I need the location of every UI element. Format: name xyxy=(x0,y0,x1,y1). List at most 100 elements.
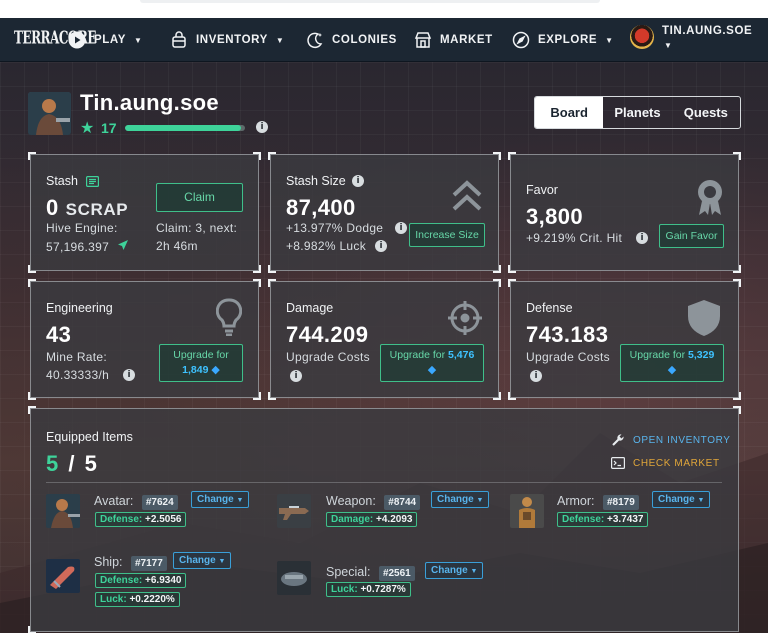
ship-stat-defense: Defense: +6.9340 xyxy=(95,573,187,588)
nav-username: TIN.AUNG.SOE xyxy=(662,25,753,37)
upgrade-cost: 5,476 xyxy=(448,348,475,361)
stash-amount: 0 xyxy=(46,195,59,220)
favor-value: 3,800 xyxy=(526,204,584,229)
info-icon[interactable]: i xyxy=(395,222,407,234)
equipped-count: 5 / 5 xyxy=(46,451,99,476)
award-badge-icon xyxy=(695,179,725,222)
special-item-image[interactable] xyxy=(277,561,311,595)
receipt-icon[interactable] xyxy=(86,174,100,192)
nav-market-label: MARKET xyxy=(440,34,493,46)
upgrade-cost: 1,849 xyxy=(182,363,209,376)
damage-label: Damage xyxy=(286,301,334,315)
backpack-icon xyxy=(170,31,188,49)
ship-item-id: #7177 xyxy=(130,556,167,571)
favor-label: Favor xyxy=(526,183,558,197)
crit-bonus: +9.219% Crit. Hit xyxy=(526,231,623,245)
luck-bonus: +8.982% Luck xyxy=(286,239,366,253)
nav-inventory[interactable]: INVENTORY ▼ xyxy=(170,18,284,62)
xp-bar-fill xyxy=(125,125,242,131)
damage-value: 744.209 xyxy=(286,322,369,347)
check-market-link[interactable]: CHECK MARKET xyxy=(611,456,720,470)
defense-upgrade-costs-label: Upgrade Costs xyxy=(526,350,610,364)
engineering-value: 43 xyxy=(46,322,72,347)
ship-slot-label: Ship: xyxy=(94,555,123,569)
dodge-bonus: +13.977% Dodge xyxy=(286,221,384,235)
send-icon[interactable] xyxy=(117,239,129,254)
upgrade-damage-button[interactable]: Upgrade for 5,476 ◆ xyxy=(380,344,484,382)
crosshair-icon xyxy=(447,300,483,341)
upgrade-defense-button[interactable]: Upgrade for 5,329 ◆ xyxy=(620,344,724,382)
armor-stat: Defense: +3.7437 xyxy=(557,512,649,527)
special-change-button[interactable]: Change ▼ xyxy=(425,562,484,579)
avatar-slot-label: Avatar: xyxy=(94,494,134,508)
stash-size-label: Stash Size xyxy=(286,174,346,188)
tab-board[interactable]: Board xyxy=(535,97,604,128)
defense-value: 743.183 xyxy=(526,322,609,347)
profile-avatar[interactable] xyxy=(28,92,71,135)
shield-icon xyxy=(687,299,721,342)
diamond-icon: ◆ xyxy=(427,363,437,376)
info-icon[interactable]: i xyxy=(123,369,135,381)
ship-stat-luck: Luck: +0.2220% xyxy=(95,592,180,607)
special-stat: Luck: +0.7287% xyxy=(326,582,411,597)
upgrade-label: Upgrade for xyxy=(173,348,229,361)
avatar-item-image[interactable] xyxy=(46,494,80,528)
hive-engine-label: Hive Engine: xyxy=(46,221,118,235)
ship-slot: Ship: #7177 xyxy=(94,553,167,571)
nav-market[interactable]: MARKET xyxy=(414,18,493,62)
nav-play-label: PLAY xyxy=(94,34,127,46)
ship-change-button[interactable]: Change ▼ xyxy=(173,552,232,569)
info-icon[interactable]: i xyxy=(290,370,302,382)
special-slot: Special: #2561 xyxy=(326,563,415,581)
info-icon[interactable]: i xyxy=(636,232,648,244)
claim-button[interactable]: Claim xyxy=(156,183,243,212)
increase-size-button[interactable]: Increase Size xyxy=(409,223,485,247)
avatar-slot: Avatar: #7624 xyxy=(94,492,178,510)
main-board: Tin.aung.soe ★ 17 i Board Planets Quests… xyxy=(0,62,768,633)
ship-item-image[interactable] xyxy=(46,559,80,593)
info-icon[interactable]: i xyxy=(256,121,268,133)
stash-unit: SCRAP xyxy=(65,200,129,219)
avatar-change-button[interactable]: Change ▼ xyxy=(191,491,250,508)
weapon-item-image[interactable] xyxy=(277,494,311,528)
equipped-items-title: Equipped Items xyxy=(46,430,133,444)
nav-inventory-label: INVENTORY xyxy=(196,34,268,46)
play-icon xyxy=(68,31,86,49)
top-nav: TERRACORE PLAY ▼ INVENTORY ▼ COLONIES MA… xyxy=(0,18,768,62)
upgrade-engineering-button[interactable]: Upgrade for 1,849 ◆ xyxy=(159,344,243,382)
stash-size-card: Stash Size i 87,400 +13.977% Dodge i +8.… xyxy=(268,152,501,273)
store-icon xyxy=(414,31,432,49)
stash-amount-row: 0 SCRAP xyxy=(46,195,128,221)
nav-play[interactable]: PLAY ▼ xyxy=(68,18,143,62)
tab-planets[interactable]: Planets xyxy=(603,97,671,128)
lightbulb-icon xyxy=(215,298,243,341)
engineering-label: Engineering xyxy=(46,301,113,315)
chevron-down-icon: ▼ xyxy=(134,35,143,45)
weapon-item-id: #8744 xyxy=(384,495,421,510)
nav-colonies[interactable]: COLONIES xyxy=(306,18,397,62)
nav-user-menu[interactable]: TIN.AUNG.SOE ▼ xyxy=(630,18,752,62)
special-item-id: #2561 xyxy=(378,566,415,581)
favor-card: Favor 3,800 +9.219% Crit. Hit i Gain Fav… xyxy=(508,152,741,273)
weapon-slot-label: Weapon: xyxy=(326,494,376,508)
armor-change-button[interactable]: Change ▼ xyxy=(652,491,711,508)
weapon-stat: Damage: +4.2093 xyxy=(326,512,418,527)
special-slot-label: Special: xyxy=(326,565,371,579)
stash-label: Stash xyxy=(46,174,78,188)
avatar-stat: Defense: +2.5056 xyxy=(95,512,187,527)
weapon-change-button[interactable]: Change ▼ xyxy=(431,491,490,508)
compass-icon xyxy=(512,31,530,49)
tab-quests[interactable]: Quests xyxy=(672,97,740,128)
nav-explore[interactable]: EXPLORE ▼ xyxy=(512,18,614,62)
stash-size-value: 87,400 xyxy=(286,195,356,220)
info-icon[interactable]: i xyxy=(352,175,364,187)
hive-engine-value: 57,196.397 xyxy=(46,239,110,254)
nav-colonies-label: COLONIES xyxy=(332,34,397,46)
gain-favor-button[interactable]: Gain Favor xyxy=(659,224,724,248)
browser-top-strip xyxy=(0,0,768,18)
info-icon[interactable]: i xyxy=(530,370,542,382)
open-inventory-link[interactable]: OPEN INVENTORY xyxy=(611,433,731,447)
armor-item-image[interactable] xyxy=(510,494,544,528)
claim-next-time: 2h 46m xyxy=(156,239,198,253)
info-icon[interactable]: i xyxy=(375,240,387,252)
